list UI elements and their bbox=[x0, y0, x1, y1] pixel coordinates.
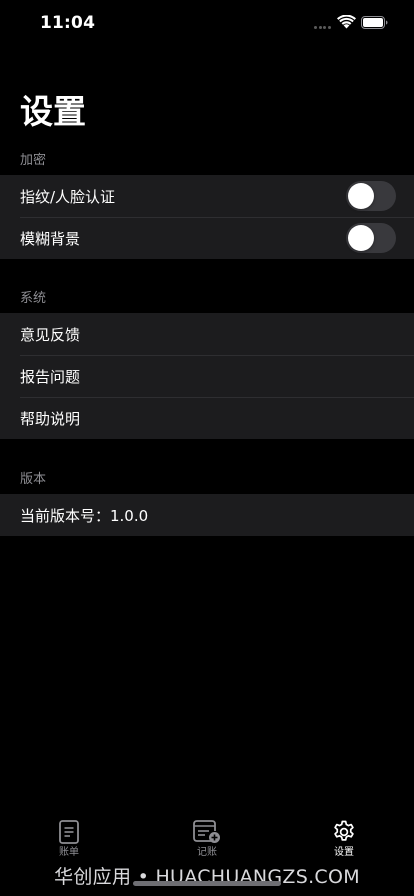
row-label: 模糊背景 bbox=[20, 229, 81, 248]
row-feedback[interactable]: 意见反馈 bbox=[0, 313, 414, 355]
cellular-signal-icon bbox=[314, 26, 332, 30]
gear-icon bbox=[334, 820, 354, 841]
wifi-icon bbox=[337, 15, 356, 29]
row-label: 意见反馈 bbox=[20, 325, 81, 344]
add-record-icon bbox=[193, 820, 220, 843]
row-help[interactable]: 帮助说明 bbox=[0, 397, 414, 439]
group-version: 当前版本号：1.0.0 bbox=[0, 494, 414, 536]
group-system: 意见反馈 报告问题 帮助说明 bbox=[0, 313, 414, 439]
tab-label: 账单 bbox=[59, 847, 79, 858]
section-header-version: 版本 bbox=[20, 472, 47, 487]
row-report-issue[interactable]: 报告问题 bbox=[0, 355, 414, 397]
group-encryption: 指纹/人脸认证 模糊背景 bbox=[0, 175, 414, 259]
row-label: 指纹/人脸认证 bbox=[20, 187, 116, 206]
home-indicator[interactable] bbox=[133, 881, 281, 886]
toggle-knob bbox=[348, 225, 374, 251]
row-label: 当前版本号：1.0.0 bbox=[20, 506, 149, 525]
section-header-encryption: 加密 bbox=[20, 153, 47, 168]
row-blur-background: 模糊背景 bbox=[0, 217, 414, 259]
row-label: 帮助说明 bbox=[20, 409, 81, 428]
tab-bills[interactable]: 账单 bbox=[29, 820, 109, 864]
row-current-version: 当前版本号：1.0.0 bbox=[0, 494, 414, 536]
section-header-system: 系统 bbox=[20, 291, 47, 306]
tab-label: 记账 bbox=[197, 847, 217, 858]
tab-settings[interactable]: 设置 bbox=[304, 820, 384, 864]
biometric-auth-toggle[interactable] bbox=[346, 181, 396, 211]
blur-background-toggle[interactable] bbox=[346, 223, 396, 253]
status-bar: 11:04 bbox=[0, 0, 414, 46]
bill-icon bbox=[59, 820, 79, 844]
status-time: 11:04 bbox=[40, 13, 96, 33]
page-title: 设置 bbox=[20, 92, 86, 131]
tab-record[interactable]: 记账 bbox=[167, 820, 247, 864]
tab-label: 设置 bbox=[334, 847, 354, 858]
toggle-knob bbox=[348, 183, 374, 209]
row-label: 报告问题 bbox=[20, 367, 81, 386]
battery-icon bbox=[361, 16, 388, 29]
row-biometric-auth: 指纹/人脸认证 bbox=[0, 175, 414, 217]
